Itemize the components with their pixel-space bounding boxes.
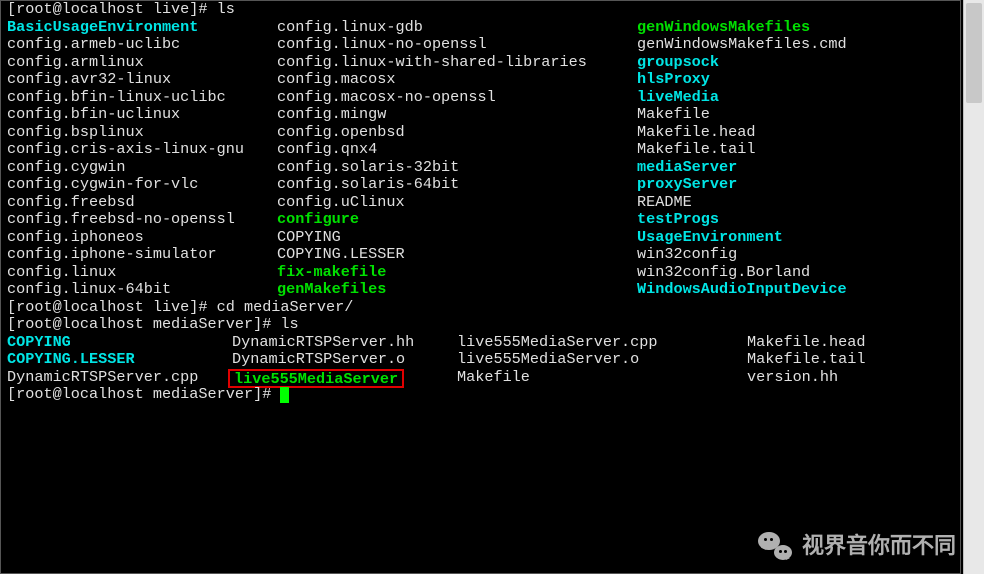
list-row: BasicUsageEnvironmentconfig.linux-gdbgen…	[7, 19, 954, 37]
list-item: Makefile.head	[637, 124, 755, 142]
list-item: Makefile.head	[747, 334, 865, 352]
list-item: config.solaris-32bit	[277, 159, 637, 177]
watermark: 视界音你而不同	[758, 532, 956, 560]
wechat-icon	[758, 532, 792, 560]
list-row: config.cris-axis-linux-gnuconfig.qnx4Mak…	[7, 141, 954, 159]
list-item: config.iphone-simulator	[7, 246, 277, 264]
list-item: config.armlinux	[7, 54, 277, 72]
list-item: config.macosx	[277, 71, 637, 89]
list-item: genWindowsMakefiles.cmd	[637, 36, 847, 54]
list-item: config.bfin-uclinux	[7, 106, 277, 124]
list-item: win32config	[637, 246, 737, 264]
prompt-line-active[interactable]: [root@localhost mediaServer]#	[7, 386, 954, 404]
list-item: config.iphoneos	[7, 229, 277, 247]
list-item: config.freebsd-no-openssl	[7, 211, 277, 229]
list-item: config.solaris-64bit	[277, 176, 637, 194]
list-item: Makefile.tail	[637, 141, 755, 159]
list-row: config.armeb-uclibcconfig.linux-no-opens…	[7, 36, 954, 54]
list-row: config.cygwinconfig.solaris-32bitmediaSe…	[7, 159, 954, 177]
list-item: COPYING	[7, 334, 232, 352]
list-item: config.armeb-uclibc	[7, 36, 277, 54]
list-item: live555MediaServer.cpp	[457, 334, 747, 352]
list-item: config.cygwin-for-vlc	[7, 176, 277, 194]
list-row: DynamicRTSPServer.cpplive555MediaServerM…	[7, 369, 954, 387]
list-item: README	[637, 194, 692, 212]
list-item: config.mingw	[277, 106, 637, 124]
list-item: DynamicRTSPServer.hh	[232, 334, 457, 352]
list-item: proxyServer	[637, 176, 737, 194]
list-item: config.linux-with-shared-libraries	[277, 54, 637, 72]
list-item: config.avr32-linux	[7, 71, 277, 89]
list-item: WindowsAudioInputDevice	[637, 281, 847, 299]
scrollbar-thumb[interactable]	[966, 3, 982, 103]
list-item: config.linux-gdb	[277, 19, 637, 37]
list-row: COPYING.LESSERDynamicRTSPServer.olive555…	[7, 351, 954, 369]
list-row: config.linuxfix-makefilewin32config.Borl…	[7, 264, 954, 282]
prompt-line: [root@localhost mediaServer]# ls	[7, 316, 954, 334]
list-item: hlsProxy	[637, 71, 710, 89]
list-row: config.freebsd-no-opensslconfiguretestPr…	[7, 211, 954, 229]
list-item: config.linux-no-openssl	[277, 36, 637, 54]
list-item: genWindowsMakefiles	[637, 19, 810, 37]
list-item: config.openbsd	[277, 124, 637, 142]
list-row: config.iphone-simulatorCOPYING.LESSERwin…	[7, 246, 954, 264]
list-item: testProgs	[637, 211, 719, 229]
list-item: DynamicRTSPServer.cpp	[7, 369, 232, 387]
ls-output-mediaserver: COPYINGDynamicRTSPServer.hhlive555MediaS…	[7, 334, 954, 387]
list-item: Makefile.tail	[747, 351, 865, 369]
list-item: config.freebsd	[7, 194, 277, 212]
list-item: COPYING.LESSER	[277, 246, 637, 264]
list-item: config.bfin-linux-uclibc	[7, 89, 277, 107]
list-item: config.macosx-no-openssl	[277, 89, 637, 107]
list-row: config.cygwin-for-vlcconfig.solaris-64bi…	[7, 176, 954, 194]
list-item: config.cygwin	[7, 159, 277, 177]
list-item: config.linux-64bit	[7, 281, 277, 299]
list-item: DynamicRTSPServer.o	[232, 351, 457, 369]
list-item: win32config.Borland	[637, 264, 810, 282]
list-item: Makefile	[457, 369, 747, 387]
list-row: config.bfin-uclinuxconfig.mingwMakefile	[7, 106, 954, 124]
list-item: mediaServer	[637, 159, 737, 177]
list-item: live555MediaServer.o	[457, 351, 747, 369]
list-item: Makefile	[637, 106, 710, 124]
vertical-scrollbar[interactable]	[963, 0, 984, 574]
list-row: config.bsplinuxconfig.openbsdMakefile.he…	[7, 124, 954, 142]
list-row: COPYINGDynamicRTSPServer.hhlive555MediaS…	[7, 334, 954, 352]
list-row: config.armlinuxconfig.linux-with-shared-…	[7, 54, 954, 72]
watermark-text: 视界音你而不同	[802, 537, 956, 555]
list-row: config.iphoneosCOPYINGUsageEnvironment	[7, 229, 954, 247]
list-row: config.linux-64bitgenMakefilesWindowsAud…	[7, 281, 954, 299]
list-item: config.bsplinux	[7, 124, 277, 142]
list-item: BasicUsageEnvironment	[7, 19, 277, 37]
list-item: config.cris-axis-linux-gnu	[7, 141, 277, 159]
cursor-icon	[280, 387, 289, 403]
list-item: config.linux	[7, 264, 277, 282]
list-item: UsageEnvironment	[637, 229, 783, 247]
list-row: config.freebsdconfig.uClinuxREADME	[7, 194, 954, 212]
list-item: version.hh	[747, 369, 838, 387]
list-item: COPYING	[277, 229, 637, 247]
list-row: config.bfin-linux-uclibcconfig.macosx-no…	[7, 89, 954, 107]
ls-output-live: BasicUsageEnvironmentconfig.linux-gdbgen…	[7, 19, 954, 299]
list-item: configure	[277, 211, 637, 229]
list-item: config.qnx4	[277, 141, 637, 159]
list-item: config.uClinux	[277, 194, 637, 212]
list-item: live555MediaServer	[232, 369, 457, 387]
prompt-line: [root@localhost live]# ls	[7, 1, 954, 19]
terminal-window[interactable]: [root@localhost live]# ls BasicUsageEnvi…	[0, 0, 961, 574]
list-item: genMakefiles	[277, 281, 637, 299]
list-item: liveMedia	[637, 89, 719, 107]
prompt-line: [root@localhost live]# cd mediaServer/	[7, 299, 954, 317]
list-item: COPYING.LESSER	[7, 351, 232, 369]
list-row: config.avr32-linuxconfig.macosxhlsProxy	[7, 71, 954, 89]
list-item: fix-makefile	[277, 264, 637, 282]
list-item: groupsock	[637, 54, 719, 72]
